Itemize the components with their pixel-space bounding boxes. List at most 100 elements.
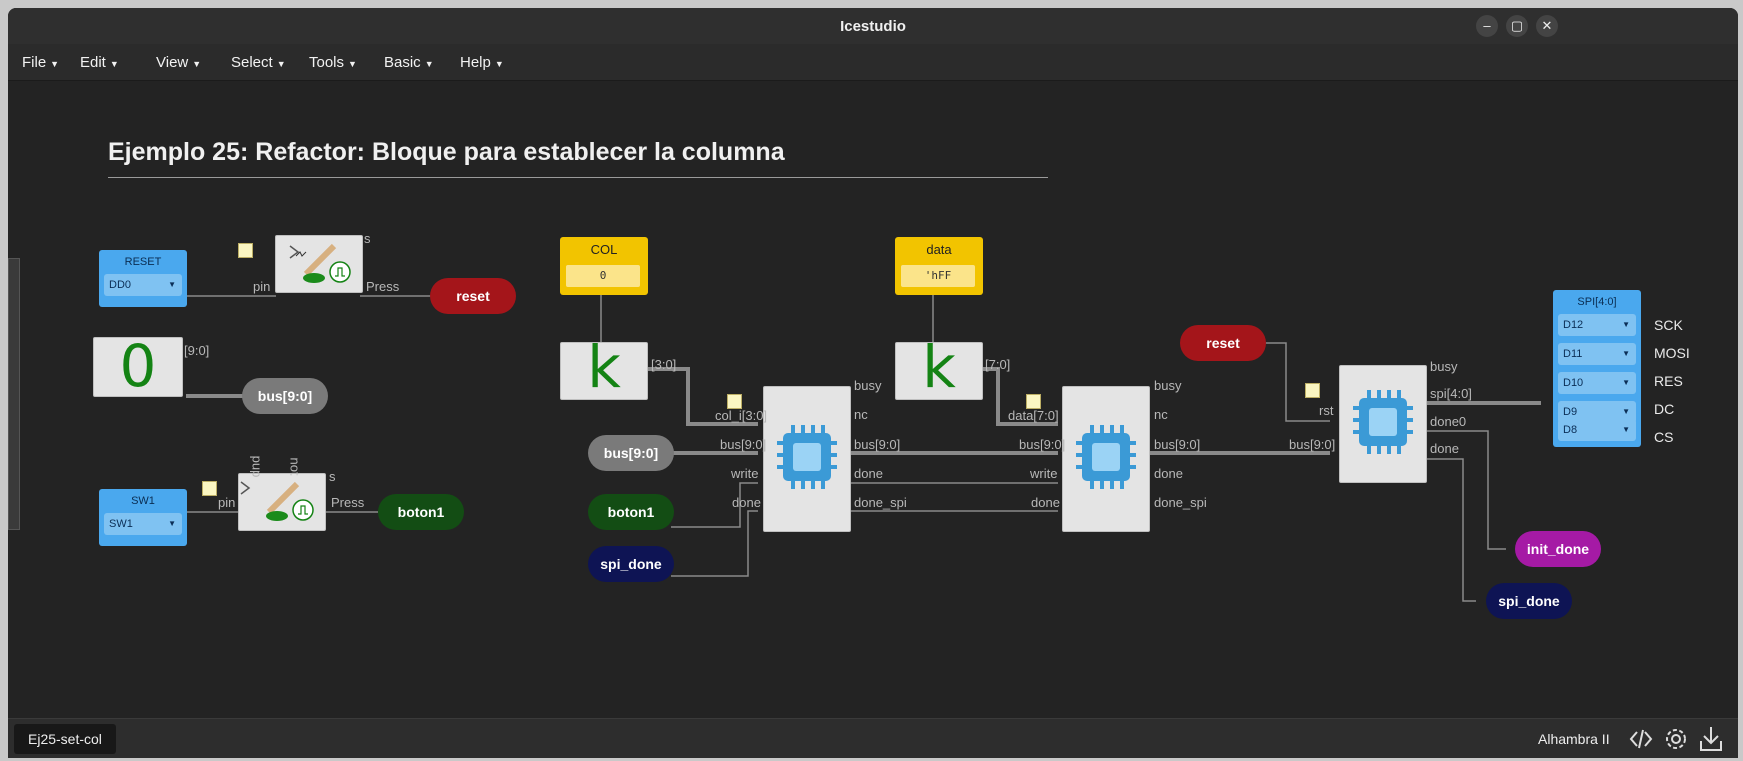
clock-input-marker (1305, 383, 1320, 398)
sw1-pup-label: pup (249, 455, 265, 478)
title-bar: Icestudio – ▢ ✕ (8, 8, 1738, 44)
settings-icon[interactable] (1663, 726, 1689, 752)
spi-pin-block[interactable]: SPI[4:0] D12 ▼ D11 ▼ D10 ▼ D9 ▼ D8 ▼ (1553, 290, 1641, 447)
b2-in-2: write (1030, 466, 1058, 481)
b1-out-2: bus[9:0] (854, 437, 901, 452)
reset-pin-select[interactable]: DD0 ▼ (104, 274, 182, 296)
menu-basic[interactable]: Basic ▼ (384, 54, 434, 71)
col-constant-name: COL (590, 242, 618, 257)
sw1-pin-select[interactable]: SW1 ▼ (104, 513, 182, 535)
sw1-pin-label: pin (218, 495, 236, 510)
col-k-block[interactable]: k (560, 333, 648, 401)
menu-bar: File ▼ Edit ▼ View ▼ Select ▼ Tools ▼ Basic ▼ … (8, 44, 1738, 81)
reset-input-label[interactable]: reset (1180, 325, 1266, 361)
close-button[interactable]: ✕ (1536, 15, 1558, 37)
spi-pin-select-4[interactable]: D8 ▼ (1558, 419, 1636, 441)
caret-down-icon: ▼ (1622, 320, 1630, 329)
menu-help-label: Help (460, 54, 491, 71)
button-driver-block-sw1[interactable] (238, 473, 326, 531)
sw1-pin-name: SW1 (131, 495, 155, 507)
spi-done-input-label[interactable]: spi_done (588, 546, 674, 582)
menu-view-label: View (156, 54, 189, 71)
module-block-3[interactable] (1339, 365, 1427, 483)
button-driver-block[interactable] (275, 235, 363, 293)
reset-s-label: s (364, 231, 371, 246)
bus-input-label[interactable]: bus[9:0] (588, 435, 674, 471)
b1-in-0: col_i[3:0] (715, 408, 768, 423)
spi-pin-select-2[interactable]: D10 ▼ (1558, 372, 1636, 394)
spi-done-output-label[interactable]: spi_done (1486, 583, 1572, 619)
spi-block-name: SPI[4:0] (1577, 296, 1617, 308)
module-block-2[interactable] (1062, 386, 1150, 532)
menu-select-label: Select (231, 54, 273, 71)
chevron-down-icon: ▼ (348, 59, 357, 69)
spi-pin-value-2: D10 (1563, 377, 1584, 389)
chevron-down-icon: ▼ (109, 59, 119, 69)
spi-pin-value-4: D8 (1563, 424, 1578, 436)
menu-tools[interactable]: Tools ▼ (309, 54, 357, 71)
clock-input-marker (1026, 394, 1041, 409)
bus-output-label[interactable]: bus[9:0] (242, 378, 328, 414)
design-canvas[interactable]: Ejemplo 25: Refactor: Bloque para establ… (8, 81, 1738, 718)
chevron-down-icon: ▼ (192, 59, 202, 69)
spi-pin-value-1: D11 (1563, 348, 1583, 360)
wire-spidone-done (671, 510, 758, 577)
reset-pin-label: pin (253, 279, 271, 294)
chip-icon (1353, 390, 1413, 454)
code-icon[interactable] (1629, 728, 1653, 750)
b3-out-2: done0 (1430, 414, 1467, 429)
b1-in-3: done (732, 495, 761, 510)
b2-out-3: done (1154, 466, 1183, 481)
project-tab[interactable]: Ej25-set-col (14, 724, 116, 754)
sw1-not-label: not (287, 457, 303, 476)
maximize-button[interactable]: ▢ (1506, 15, 1528, 37)
sw1-pin-value: SW1 (109, 518, 133, 530)
b2-in-0: data[7:0] (1008, 408, 1059, 423)
reset-output-label[interactable]: reset (430, 278, 516, 314)
b1-out-3: done (854, 466, 883, 481)
init-done-output-label[interactable]: init_done (1515, 531, 1601, 567)
download-icon[interactable] (1698, 725, 1724, 753)
data-k-symbol: k (922, 333, 956, 401)
sw1-pin-block[interactable]: SW1 SW1 ▼ (99, 489, 187, 546)
b1-out-1: nc (854, 407, 868, 422)
caret-down-icon: ▼ (1622, 349, 1630, 358)
spi-pin-select-1[interactable]: D11 ▼ (1558, 343, 1636, 365)
spi-signal-sck: SCK (1654, 317, 1683, 333)
const-zero-port: [9:0] (184, 343, 210, 358)
minimize-button[interactable]: – (1476, 15, 1498, 37)
data-k-port: [7:0] (985, 357, 1011, 372)
b1-out-0: busy (854, 378, 882, 393)
data-constant-block[interactable]: data 'hFF (895, 237, 983, 295)
b2-out-1: nc (1154, 407, 1168, 422)
reset-pin-block[interactable]: RESET DD0 ▼ (99, 250, 187, 307)
caret-down-icon: ▼ (1622, 378, 1630, 387)
data-constant-name: data (926, 242, 952, 257)
spi-pin-select-0[interactable]: D12 ▼ (1558, 314, 1636, 336)
const-zero-block[interactable]: 0 (93, 332, 183, 400)
menu-edit[interactable]: Edit ▼ (80, 54, 119, 71)
b2-in-3: done (1031, 495, 1060, 510)
menu-file[interactable]: File ▼ (22, 54, 59, 71)
module-block-1[interactable] (763, 386, 851, 532)
clock-input-marker (202, 481, 217, 496)
data-constant-value[interactable]: 'hFF (901, 265, 975, 287)
chevron-down-icon: ▼ (494, 59, 504, 69)
caret-down-icon: ▼ (168, 519, 176, 528)
b1-in-2: write (731, 466, 759, 481)
menu-view[interactable]: View ▼ (156, 54, 201, 71)
boton1-output-label[interactable]: boton1 (378, 494, 464, 530)
clock-input-marker (238, 243, 253, 258)
data-k-block[interactable]: k (895, 333, 983, 401)
menu-help[interactable]: Help ▼ (460, 54, 504, 71)
col-constant-block[interactable]: COL 0 (560, 237, 648, 295)
menu-select[interactable]: Select ▼ (231, 54, 286, 71)
spi-signal-mosi: MOSI (1654, 345, 1690, 361)
b3-in-1: bus[9:0] (1289, 437, 1336, 452)
b2-out-0: busy (1154, 378, 1182, 393)
caret-down-icon: ▼ (1622, 425, 1630, 434)
clock-input-marker (727, 394, 742, 409)
boton1-input-label[interactable]: boton1 (588, 494, 674, 530)
board-name[interactable]: Alhambra II (1538, 731, 1610, 747)
col-constant-value[interactable]: 0 (566, 265, 640, 287)
